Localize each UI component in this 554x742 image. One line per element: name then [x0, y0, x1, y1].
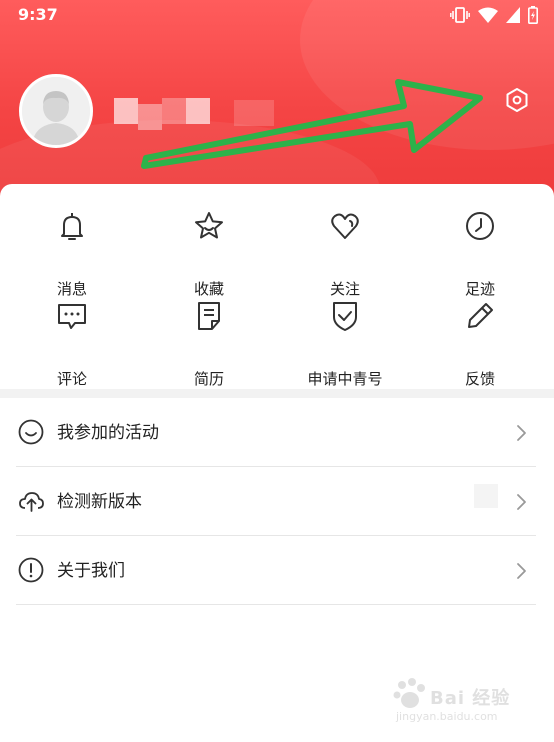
wifi-icon — [478, 7, 498, 23]
chevron-right-icon — [517, 563, 526, 579]
annotation-arrow — [141, 79, 483, 169]
settings-button[interactable] — [503, 86, 531, 114]
action-label: 关注 — [329, 280, 360, 298]
star-icon — [195, 212, 223, 239]
action-label: 评论 — [56, 370, 87, 388]
bell-icon — [61, 213, 83, 240]
action-messages[interactable]: 消息 — [17, 210, 127, 298]
action-resume[interactable]: 简历 — [154, 300, 264, 388]
clock-icon — [466, 212, 494, 240]
action-label: 收藏 — [193, 280, 224, 298]
action-label: 申请中青号 — [307, 370, 383, 388]
heart-icon — [331, 213, 359, 239]
menu-label: 检测新版本 — [57, 492, 142, 512]
smile-icon — [18, 419, 44, 445]
paw-logo-icon — [393, 678, 425, 708]
document-icon — [198, 302, 220, 330]
action-label: 简历 — [193, 370, 224, 388]
action-label: 足迹 — [464, 280, 495, 298]
avatar[interactable] — [19, 74, 93, 148]
action-feedback[interactable]: 反馈 — [425, 300, 535, 388]
menu-label: 我参加的活动 — [57, 423, 159, 443]
shield-check-icon — [333, 302, 357, 331]
baidu-jingyan-watermark: Bai 经验 jingyan.baidu.com — [390, 674, 540, 730]
menu-my-activities[interactable]: 我参加的活动 — [16, 398, 536, 467]
comment-icon — [58, 304, 86, 329]
chevron-right-icon — [517, 425, 526, 441]
cloud-upload-icon — [19, 492, 44, 512]
action-comments[interactable]: 评论 — [17, 300, 127, 388]
status-time: 9:37 — [18, 5, 58, 24]
status-icons — [450, 6, 538, 24]
vibrate-icon — [450, 7, 470, 23]
default-avatar-icon — [22, 77, 90, 145]
menu-check-update[interactable]: 检测新版本 — [16, 467, 536, 536]
menu-label: 关于我们 — [57, 561, 125, 581]
action-label: 反馈 — [464, 370, 495, 388]
action-history[interactable]: 足迹 — [425, 210, 535, 298]
settings-hexagon-icon — [506, 88, 528, 112]
pencil-icon — [468, 303, 493, 328]
action-favorites[interactable]: 收藏 — [154, 210, 264, 298]
signal-icon — [506, 7, 520, 23]
update-badge-placeholder — [474, 484, 498, 508]
exclamation-circle-icon — [18, 557, 44, 583]
action-apply-account[interactable]: 申请中青号 — [290, 300, 400, 388]
menu-about-us[interactable]: 关于我们 — [16, 536, 536, 605]
section-divider — [0, 389, 554, 398]
action-following[interactable]: 关注 — [290, 210, 400, 298]
watermark-subtext: jingyan.baidu.com — [396, 710, 498, 723]
watermark-text: Bai 经验 — [430, 688, 511, 709]
status-bar: 9:37 — [0, 0, 554, 32]
battery-icon — [528, 6, 538, 24]
action-label: 消息 — [56, 280, 87, 298]
chevron-right-icon — [517, 494, 526, 510]
quick-actions-card: 消息 收藏 关注 足迹 评论 简历 申请中青号 反馈 — [0, 184, 554, 389]
